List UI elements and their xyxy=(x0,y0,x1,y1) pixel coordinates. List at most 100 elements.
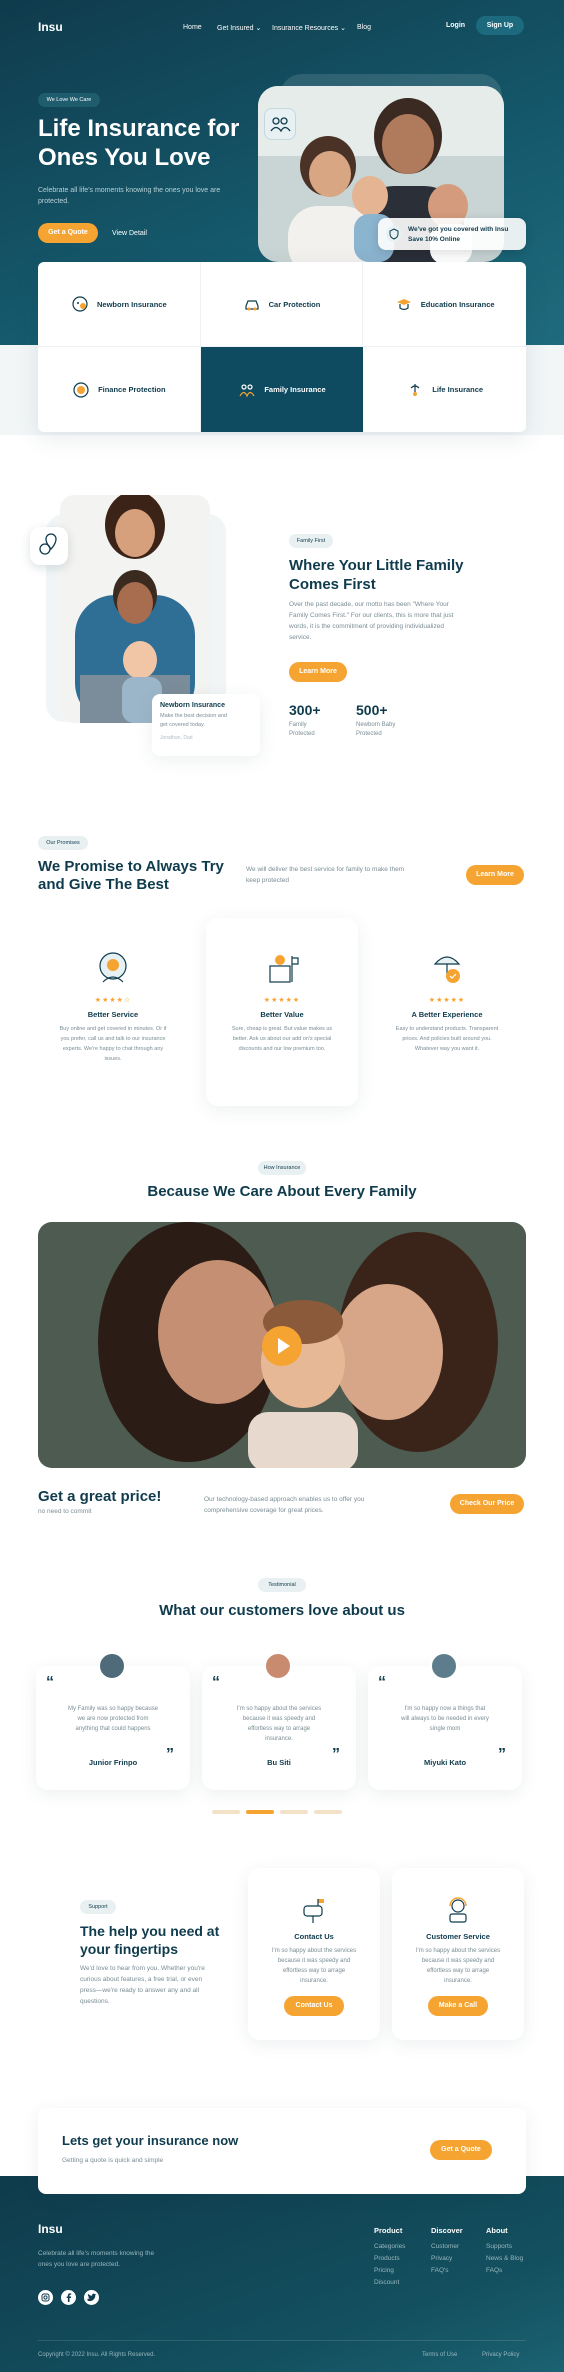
carousel-dot[interactable] xyxy=(212,1810,240,1814)
category-education-insurance[interactable]: Education Insurance xyxy=(363,262,526,347)
stat-newborns: 500+ Newborn Baby Protected xyxy=(356,702,396,737)
nav-link-get-insured[interactable]: Get Insured ⌄ xyxy=(217,24,261,32)
promise-title: A Better Experience xyxy=(411,1010,483,1019)
contact-us-card: Contact Us I'm so happy about the servic… xyxy=(248,1868,380,2040)
rating-stars: ★★★★☆ xyxy=(94,997,132,1004)
price-subtitle: no need to commit xyxy=(38,1508,92,1515)
newborn-card-body-1: Make the best decision and xyxy=(160,713,227,719)
location-badge xyxy=(30,527,68,565)
category-car-protection[interactable]: Car Protection xyxy=(200,262,364,347)
carousel-dot[interactable] xyxy=(280,1810,308,1814)
testimonial-title: What our customers love about us xyxy=(159,1602,405,1619)
cta-quote-button[interactable]: Get a Quote xyxy=(430,2140,492,2160)
footer-link[interactable]: Pricing xyxy=(374,2267,405,2274)
category-family-insurance[interactable]: Family Insurance xyxy=(200,347,364,432)
footer-column-discover: Discover Customer Privacy FAQ's xyxy=(431,2226,463,2274)
promises-title: We Promise to Always Try and Give The Bes… xyxy=(38,858,224,893)
notice-line2: Save 10% Online xyxy=(408,236,461,243)
promises-desc: We will deliver the best service for fam… xyxy=(246,866,405,884)
footer-link[interactable]: Discount xyxy=(374,2279,405,2286)
play-button[interactable] xyxy=(262,1326,302,1366)
cta-title: Lets get your insurance now xyxy=(62,2133,239,2148)
promise-title: Better Value xyxy=(260,1010,304,1019)
promises-learn-more-button[interactable]: Learn More xyxy=(466,865,524,885)
footer-link[interactable]: Categories xyxy=(374,2243,405,2250)
avatar xyxy=(264,1652,292,1680)
privacy-link[interactable]: Privacy Policy xyxy=(482,2352,519,2358)
hero-badge: We Love We Care xyxy=(38,93,100,107)
instagram-icon[interactable] xyxy=(38,2290,53,2305)
category-finance-protection[interactable]: Finance Protection xyxy=(38,347,201,432)
hero-title: Life Insurance for Ones You Love xyxy=(38,115,240,171)
car-icon xyxy=(243,295,261,313)
testimonial-name: Bu Siti xyxy=(267,1758,291,1767)
categories-grid: Newborn Insurance Car Protection Educati… xyxy=(38,262,526,432)
make-call-button[interactable]: Make a Call xyxy=(428,1996,488,2016)
promises-badge: Our Promises xyxy=(38,836,88,850)
promise-card-better-service: ★★★★☆ Better Service Buy online and get … xyxy=(38,918,188,1098)
hero-notice: We've got you covered with Insu Save 10%… xyxy=(378,218,526,250)
copyright: Copyright © 2022 Insu. All Rights Reserv… xyxy=(38,2352,156,2358)
view-detail-link[interactable]: View Detail xyxy=(112,230,147,237)
nav-link-home[interactable]: Home xyxy=(183,24,202,31)
footer-link[interactable]: Supports xyxy=(486,2243,523,2250)
footer-divider xyxy=(38,2340,526,2341)
twitter-icon[interactable] xyxy=(84,2290,99,2305)
footer-column-about: About Supports News & Blog FAQs xyxy=(486,2226,524,2274)
shield-icon xyxy=(386,226,402,242)
service-icon xyxy=(93,948,133,988)
nav-link-insurance-resources[interactable]: Insurance Resources ⌄ xyxy=(272,24,346,32)
footer-link[interactable]: FAQs xyxy=(486,2267,523,2274)
promise-title: Better Service xyxy=(87,1010,139,1019)
footer-link[interactable]: Customer xyxy=(431,2243,463,2250)
rating-stars: ★★★★★ xyxy=(263,997,301,1004)
family-first-title: Where Your Little Family Comes First xyxy=(289,557,464,593)
finance-icon xyxy=(72,381,90,399)
category-life-insurance[interactable]: Life Insurance xyxy=(363,347,526,432)
get-quote-button[interactable]: Get a Quote xyxy=(38,223,98,243)
facebook-icon[interactable] xyxy=(61,2290,76,2305)
video-player[interactable] xyxy=(38,1222,526,1468)
support-agent-icon xyxy=(442,1894,474,1926)
play-icon xyxy=(278,1338,290,1354)
carousel-dot-active[interactable] xyxy=(246,1810,274,1814)
footer-logo[interactable]: Insu xyxy=(38,2222,63,2236)
video-badge: How Insurance xyxy=(258,1161,306,1175)
footer-column-product: Product Categories Products Pricing Disc… xyxy=(374,2226,406,2286)
footer-link[interactable]: Privacy xyxy=(431,2255,463,2262)
price-desc: Our technology-based approach enables us… xyxy=(204,1496,365,1514)
terms-link[interactable]: Terms of Use xyxy=(422,2352,457,2358)
education-icon xyxy=(395,295,413,313)
login-link[interactable]: Login xyxy=(446,22,465,29)
footer-link[interactable]: Products xyxy=(374,2255,405,2262)
rating-stars: ★★★★★ xyxy=(428,997,466,1004)
logo[interactable]: Insu xyxy=(38,20,63,34)
testimonial-card: “ I'm so happy now a things that will alw… xyxy=(368,1652,522,1790)
baby-icon xyxy=(71,295,89,313)
testimonial-card: “ I'm so happy about the services because… xyxy=(202,1652,356,1790)
support-badge: Support xyxy=(80,1900,116,1914)
category-newborn-insurance[interactable]: Newborn Insurance xyxy=(38,262,201,347)
footer-link[interactable]: FAQ's xyxy=(431,2267,463,2274)
video-title: Because We Care About Every Family xyxy=(147,1183,417,1200)
promise-card-better-experience: ★★★★★ A Better Experience Easy to unders… xyxy=(372,918,522,1098)
support-body: We'd love to hear from you. Whether you'… xyxy=(80,1965,205,2005)
promise-card-better-value: ★★★★★ Better Value Sure, cheap is great.… xyxy=(206,918,358,1106)
check-price-button[interactable]: Check Our Price xyxy=(450,1494,524,1514)
signup-button[interactable]: Sign Up xyxy=(476,16,524,35)
footer xyxy=(0,2176,564,2372)
nav-link-blog[interactable]: Blog xyxy=(357,24,371,31)
chevron-down-icon: ⌄ xyxy=(255,25,262,32)
avatar xyxy=(98,1652,126,1680)
testimonial-badge: Testimonial xyxy=(258,1578,306,1592)
carousel-dot[interactable] xyxy=(314,1810,342,1814)
notice-line1: We've got you covered with Insu xyxy=(408,226,509,233)
price-title: Get a great price! xyxy=(38,1488,162,1505)
family-photo xyxy=(60,495,210,723)
testimonial-name: Miyuki Kato xyxy=(423,1758,467,1767)
footer-link[interactable]: News & Blog xyxy=(486,2255,523,2262)
value-icon xyxy=(262,948,302,988)
experience-icon xyxy=(427,948,467,988)
contact-us-button[interactable]: Contact Us xyxy=(284,1996,344,2016)
family-learn-more-button[interactable]: Learn More xyxy=(289,662,347,682)
